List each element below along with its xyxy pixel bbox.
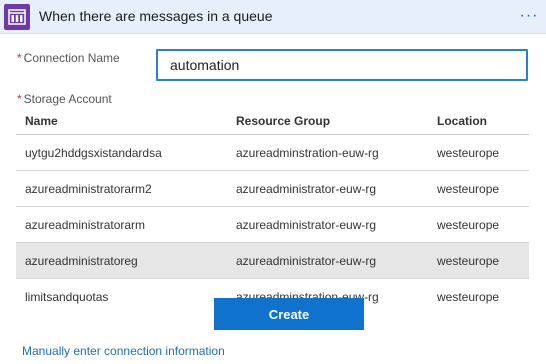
required-marker: * — [17, 92, 22, 106]
row-resource-group: azureadministrator-euw-rg — [236, 182, 377, 196]
row-resource-group: azureadministrator-euw-rg — [236, 218, 377, 232]
storage-account-label-text: Storage Account — [23, 92, 112, 106]
row-location: westeurope — [437, 218, 500, 232]
storage-account-label: * Storage Account — [17, 92, 112, 106]
column-header-location[interactable]: Location — [437, 108, 487, 134]
connection-name-label: * Connection Name — [17, 51, 120, 65]
table-header: Name Resource Group Location — [16, 108, 529, 135]
table-row[interactable]: azureadministratorarm azureadministrator… — [16, 207, 529, 243]
row-location: westeurope — [437, 254, 500, 268]
table-row[interactable]: uytgu2hddgsxistandardsa azureadminstrati… — [16, 135, 529, 171]
more-options-icon[interactable]: ··· — [518, 6, 540, 26]
required-marker: * — [17, 51, 22, 65]
row-resource-group: azureadministrator-euw-rg — [236, 254, 377, 268]
connection-name-input[interactable] — [156, 49, 528, 81]
row-name: limitsandquotas — [25, 290, 109, 304]
connection-name-label-text: Connection Name — [23, 51, 120, 65]
row-name: azureadministratorarm2 — [25, 182, 152, 196]
create-button[interactable]: Create — [214, 298, 364, 330]
queue-icon — [4, 4, 30, 30]
storage-account-table: Name Resource Group Location uytgu2hddgs… — [16, 108, 529, 315]
column-header-resource-group[interactable]: Resource Group — [236, 108, 330, 134]
manual-connection-link[interactable]: Manually enter connection information — [22, 344, 225, 358]
card-header[interactable]: When there are messages in a queue ··· — [0, 0, 546, 34]
row-name: uytgu2hddgsxistandardsa — [25, 146, 162, 160]
row-name: azureadministratorarm — [25, 218, 146, 232]
row-name: azureadministratoreg — [25, 254, 138, 268]
column-header-name[interactable]: Name — [25, 108, 58, 134]
row-resource-group: azureadminstration-euw-rg — [236, 146, 379, 160]
row-location: westeurope — [437, 182, 500, 196]
table-row[interactable]: azureadministratorarm2 azureadministrato… — [16, 171, 529, 207]
card-title: When there are messages in a queue — [39, 8, 273, 24]
row-location: westeurope — [437, 290, 500, 304]
table-row-selected[interactable]: azureadministratoreg azureadministrator-… — [16, 243, 529, 279]
row-location: westeurope — [437, 146, 500, 160]
